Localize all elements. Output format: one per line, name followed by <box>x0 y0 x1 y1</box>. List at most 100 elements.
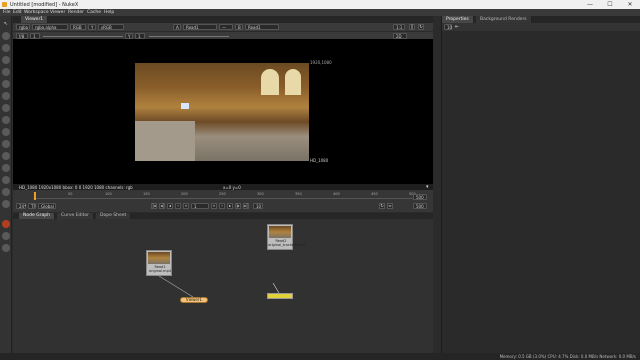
viewer1-node[interactable]: Viewer1 <box>180 297 208 303</box>
viewer-controls-row2: f/8 1 Y 1 2D <box>13 31 433 39</box>
properties-lock-icon[interactable]: ⇤ <box>455 24 459 30</box>
selected-node[interactable] <box>267 293 293 299</box>
merge-icon[interactable] <box>2 116 10 124</box>
last-frame-icon[interactable]: ▸| <box>243 203 249 209</box>
minimize-button[interactable]: — <box>580 0 600 9</box>
tick-label: 450 <box>371 192 378 196</box>
back-increment-icon[interactable]: « <box>183 203 189 209</box>
tick-label: 350 <box>295 192 302 196</box>
end-frame-bottom[interactable]: 500 <box>413 203 427 209</box>
filter-icon[interactable] <box>2 92 10 100</box>
wipe-dropdown[interactable]: — <box>219 24 233 30</box>
time-icon[interactable] <box>2 56 10 64</box>
other-icon[interactable] <box>2 188 10 196</box>
transform-icon[interactable] <box>2 128 10 136</box>
menu-cache[interactable]: Cache <box>87 10 101 15</box>
read1-to-viewer-pipe <box>158 275 194 298</box>
tick-label: 250 <box>219 192 226 196</box>
menu-bar: File Edit Workspace Viewer Render Cache … <box>0 9 640 16</box>
help-icon[interactable] <box>2 244 10 252</box>
color-icon[interactable] <box>2 80 10 88</box>
step-back-icon[interactable]: ‹ <box>175 203 181 209</box>
current-frame-field[interactable]: 1 <box>191 203 209 209</box>
tab-viewer1[interactable]: Viewer1 <box>21 16 49 23</box>
draw-icon[interactable] <box>2 44 10 52</box>
format-bottom-label: HD_1080 <box>310 158 329 163</box>
tick-label: 50 <box>68 192 73 196</box>
layer-dropdown[interactable]: rgba.alpha <box>32 24 68 30</box>
views-icon[interactable] <box>2 152 10 160</box>
ofx-icon[interactable] <box>2 220 10 228</box>
properties-panel: Properties Background Renders 10 ⇤ <box>441 16 640 353</box>
maximize-button[interactable]: ☐ <box>600 0 620 9</box>
channels-dropdown[interactable]: rgba <box>16 24 30 30</box>
status-text: Memory: 0.5 GB (3.0%) CPU: 4.7% Disk: 0.… <box>499 354 636 359</box>
max-panels-field[interactable]: 10 <box>444 24 452 30</box>
tab-properties[interactable]: Properties <box>442 16 474 23</box>
properties-toolbar: 10 ⇤ <box>442 23 640 31</box>
pause-icon[interactable]: ‖ <box>409 24 415 30</box>
colorspace-b-dropdown[interactable]: sRGB <box>98 24 124 30</box>
menu-edit[interactable]: Edit <box>13 10 22 15</box>
channel-icon[interactable] <box>2 68 10 76</box>
first-frame-icon[interactable]: |◂ <box>151 203 157 209</box>
fwd-increment-icon[interactable]: » <box>211 203 217 209</box>
input-a-dropdown[interactable]: Read1 <box>183 24 217 30</box>
3d-icon[interactable] <box>2 140 10 148</box>
pointer-icon[interactable]: ↖ <box>2 20 10 28</box>
playhead-marker[interactable] <box>34 192 36 200</box>
global-dropdown[interactable]: Global <box>38 203 56 209</box>
close-button[interactable]: ✕ <box>620 0 640 9</box>
status-bar: Memory: 0.5 GB (3.0%) CPU: 4.7% Disk: 0.… <box>0 353 640 360</box>
settings-icon[interactable] <box>2 232 10 240</box>
format-top-label: 1920,1080 <box>310 60 332 65</box>
colorspace-a-dropdown[interactable]: RGB <box>70 24 86 30</box>
input-b-label: B <box>235 24 243 30</box>
nuke-logo-icon <box>2 2 7 7</box>
metadata-icon[interactable] <box>2 164 10 172</box>
toolsets-icon[interactable] <box>2 176 10 184</box>
timeline: 1 50 100 150 200 250 300 350 400 450 500… <box>13 190 433 212</box>
gamma-slider[interactable] <box>149 36 229 37</box>
node-graph-canvas[interactable]: Read1 original.mp4 Read2 original_tracke… <box>13 219 433 355</box>
prev-key-icon[interactable]: ◂| <box>159 203 165 209</box>
menu-help[interactable]: Help <box>104 10 114 15</box>
viewer-controls-row1: rgba rgba.alpha RGB Y sRGB A Read1 — B R… <box>13 23 433 31</box>
step-field[interactable]: 10 <box>253 203 263 209</box>
timeline-ruler[interactable]: 1 50 100 150 200 250 300 350 400 450 500 <box>33 192 418 200</box>
window-shape <box>261 69 279 95</box>
menu-file[interactable]: File <box>3 10 11 15</box>
viewer-image <box>135 63 309 161</box>
loop-icon[interactable]: ↻ <box>379 203 385 209</box>
viewer-tabstrip: Viewer1 <box>13 16 433 23</box>
viewer-canvas[interactable]: 1920,1080 HD_1080 <box>13 39 433 184</box>
tick-label: 300 <box>257 192 264 196</box>
play-back-icon[interactable]: ◂ <box>167 203 173 209</box>
dragged-pipe <box>272 282 280 294</box>
play-icon[interactable]: ▸ <box>227 203 233 209</box>
next-key-icon[interactable]: |▸ <box>235 203 241 209</box>
menu-viewer[interactable]: Viewer <box>50 10 65 15</box>
image-icon[interactable] <box>2 32 10 40</box>
input-b-dropdown[interactable]: Read1 <box>245 24 279 30</box>
end-frame-top[interactable]: 500 <box>413 194 427 200</box>
zoom-dropdown[interactable]: 1:1 <box>393 24 405 30</box>
tick-label: 100 <box>105 192 112 196</box>
step-fwd-icon[interactable]: › <box>219 203 225 209</box>
title-bar: Untitled [modified] - NukeX — ☐ ✕ <box>0 0 640 9</box>
menu-render[interactable]: Render <box>68 10 84 15</box>
nodes-toolbar: ↖ <box>0 16 12 360</box>
furnace-icon[interactable] <box>2 200 10 208</box>
menu-workspace[interactable]: Workspace <box>24 10 49 15</box>
node-connections <box>158 275 280 298</box>
input-a-label: A <box>173 24 181 30</box>
range-icon[interactable]: ⇔ <box>387 203 393 209</box>
balcony-shape <box>135 121 195 161</box>
tf-dropdown[interactable]: TF <box>28 203 36 209</box>
tab-background-renders[interactable]: Background Renders <box>476 16 532 23</box>
sign-shape <box>181 103 189 109</box>
keyer-icon[interactable] <box>2 104 10 112</box>
refresh-icon[interactable]: ↻ <box>418 24 424 30</box>
exposure-slider[interactable] <box>43 36 123 37</box>
fps-field[interactable]: 24* <box>16 203 26 209</box>
